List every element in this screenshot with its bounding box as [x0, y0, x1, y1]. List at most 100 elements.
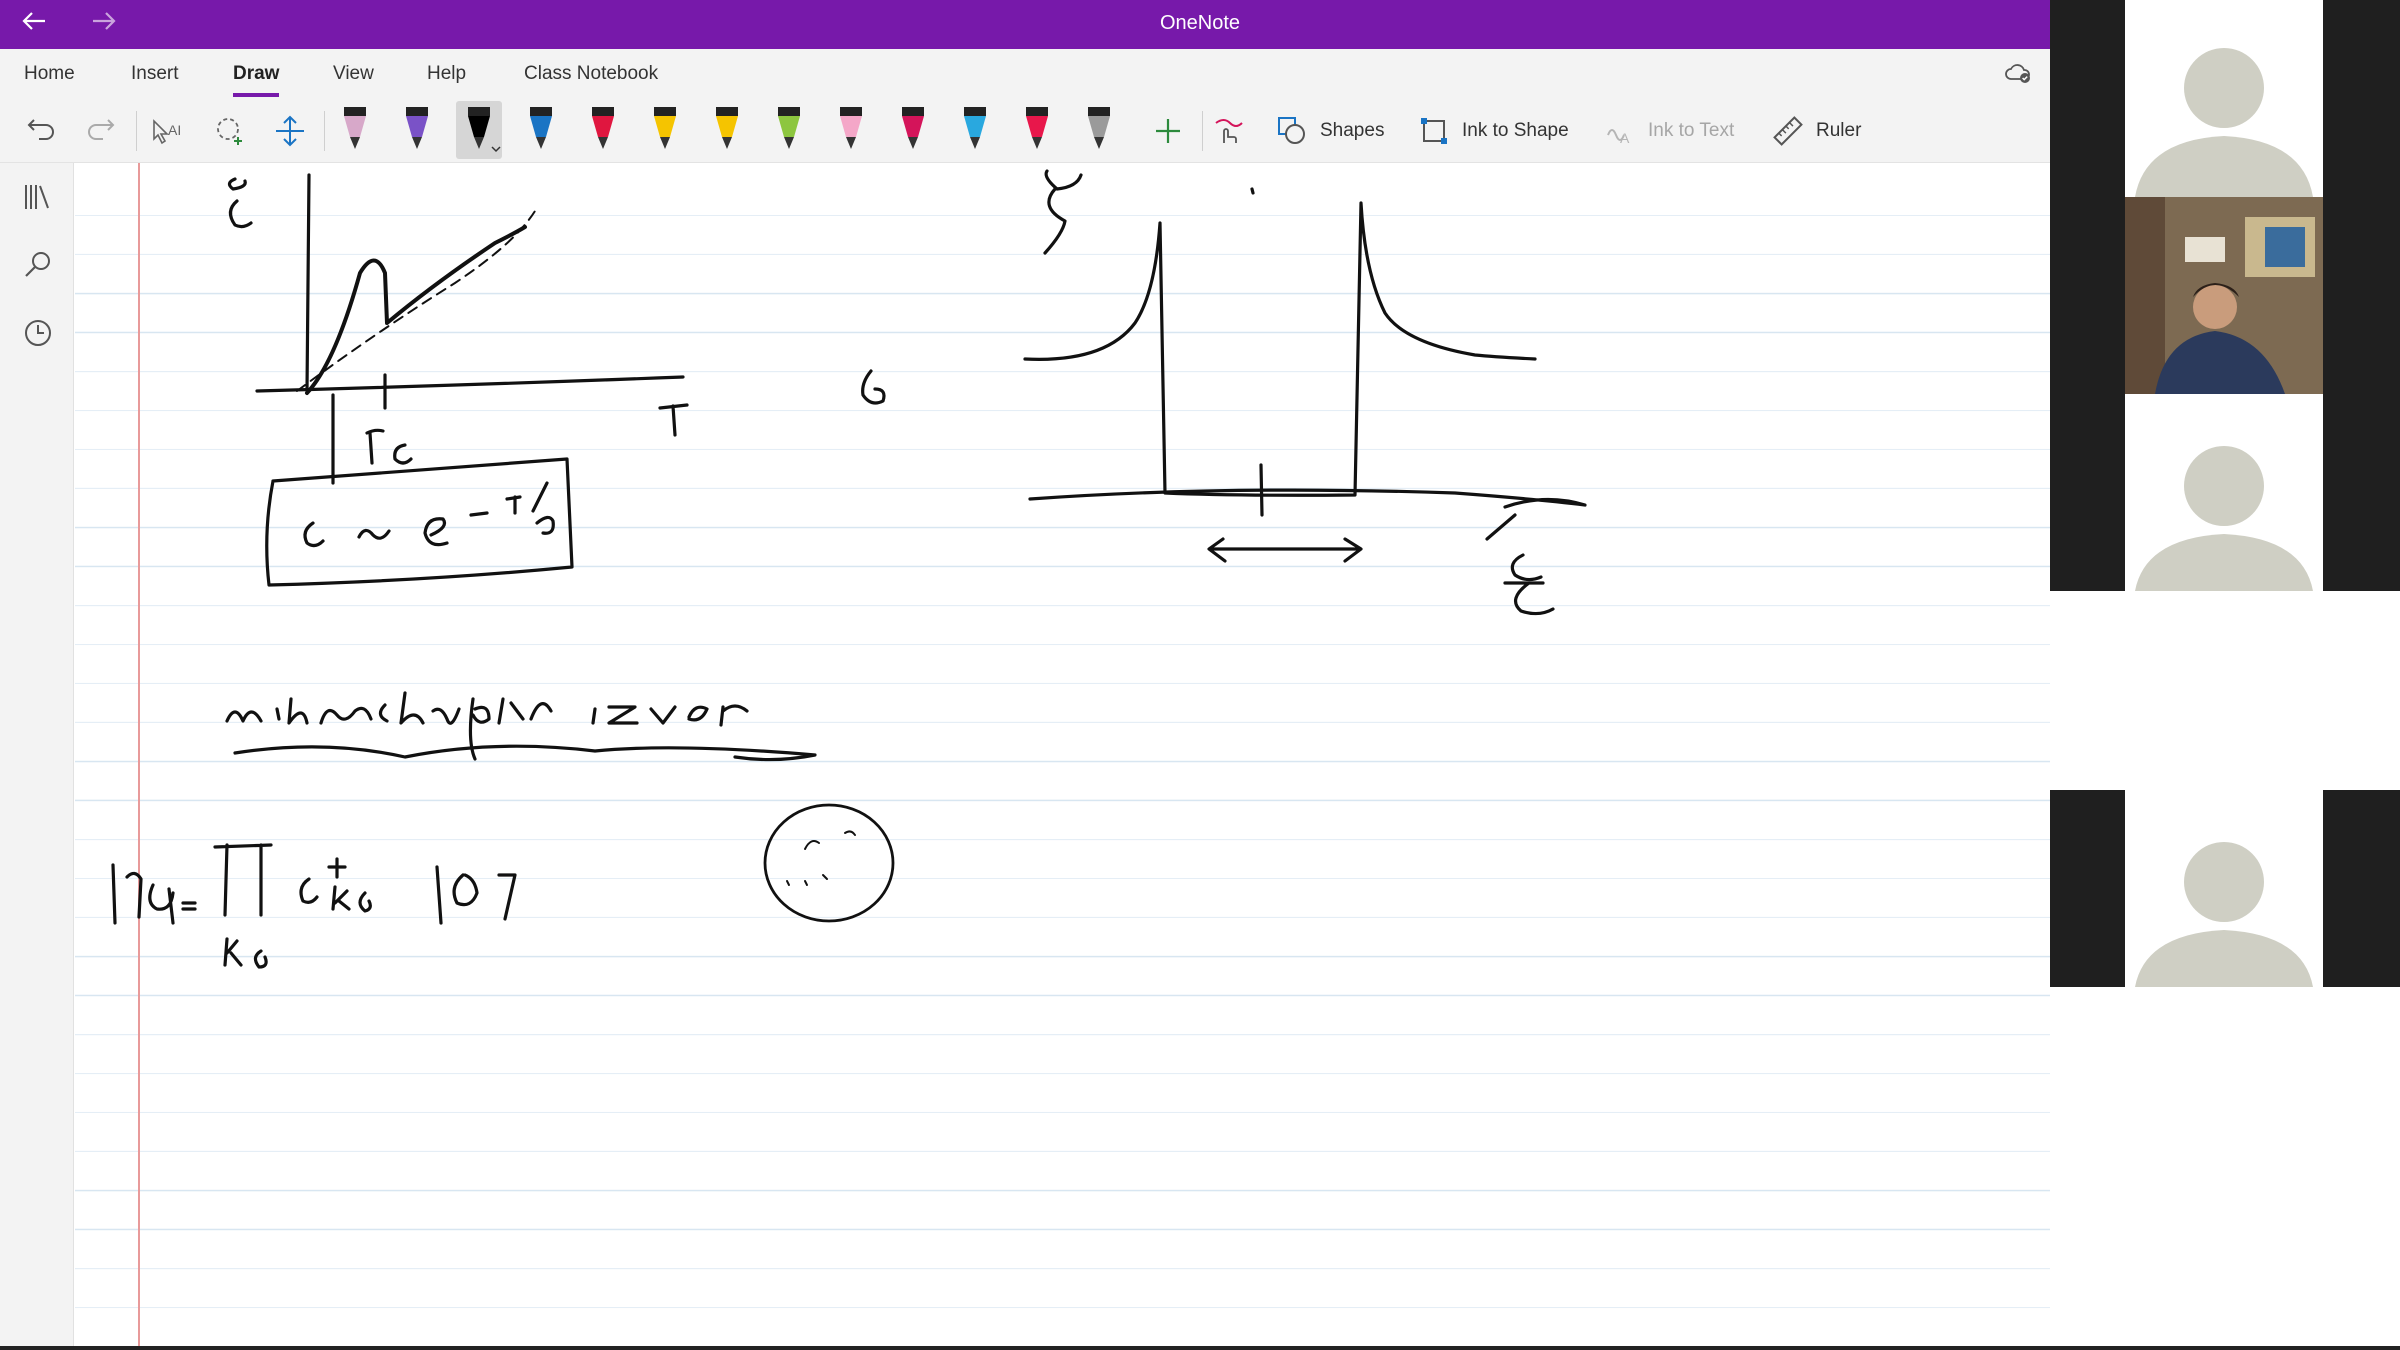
shapes-icon: [1278, 117, 1305, 144]
ink-center-tick: [1259, 463, 1264, 517]
svg-text:AI: AI: [168, 122, 181, 138]
ink-specific-heat-curve: [305, 225, 527, 395]
ink-izvor: [591, 704, 749, 727]
ink-exponent: [469, 481, 555, 535]
pen-8[interactable]: [766, 101, 812, 159]
pen-icon: [592, 107, 614, 149]
ink-fermi-sphere: [763, 803, 895, 923]
svg-text:A: A: [1620, 130, 1630, 146]
notebooks-icon[interactable]: [20, 179, 56, 215]
ruler-label: Ruler: [1816, 120, 1862, 141]
pen-6[interactable]: [642, 101, 688, 159]
ink-y-axis: [305, 173, 311, 393]
shapes-button[interactable]: Shapes: [1276, 113, 1384, 149]
separator: [136, 111, 137, 151]
ink-c: [303, 521, 325, 548]
shapes-label: Shapes: [1320, 120, 1385, 141]
ink-density-of-states-curve: [1023, 201, 1537, 497]
person-placeholder-icon: [2135, 48, 2313, 197]
arrow-right-icon: [93, 12, 116, 30]
pen-5[interactable]: [580, 101, 626, 159]
ink-t-label: [658, 403, 689, 437]
ink-dot: [1250, 187, 1255, 195]
sync-status-icon[interactable]: [2004, 61, 2032, 85]
pen-11[interactable]: [952, 101, 998, 159]
participant-tile-2[interactable]: [2050, 197, 2400, 394]
ink-sphere-dots: [786, 830, 856, 886]
draw-with-touch-icon[interactable]: [1210, 113, 1246, 149]
separator: [324, 111, 325, 151]
recent-clock-icon[interactable]: [20, 315, 56, 351]
ink-to-text-label: Ink to Text: [1648, 120, 1735, 141]
search-icon[interactable]: [20, 247, 56, 283]
ink-to-shape-icon: [1421, 118, 1447, 144]
participant-tile-3[interactable]: [2050, 394, 2400, 591]
add-pen-icon[interactable]: [1150, 113, 1186, 149]
ink-to-shape-button[interactable]: Ink to Shape: [1418, 113, 1569, 149]
type-select-icon[interactable]: AI: [148, 113, 184, 149]
pen-icon: [530, 107, 552, 149]
person-placeholder-icon: [2135, 842, 2313, 987]
video-call-panel: [2050, 0, 2400, 1350]
ink-to-shape-label: Ink to Shape: [1462, 120, 1569, 141]
ink-gap-arrow: [1207, 537, 1363, 563]
pen-7[interactable]: [704, 101, 750, 159]
undo-icon[interactable]: [22, 113, 58, 149]
ink-product-symbol: [213, 843, 273, 917]
ink-psi-ket: [111, 863, 197, 925]
separator: [1202, 111, 1203, 151]
pen-icon: [716, 107, 738, 149]
pen-icon: [1088, 107, 1110, 149]
pen-icon: [840, 107, 862, 149]
ruler-button[interactable]: Ruler: [1772, 113, 1861, 149]
tab-view[interactable]: View: [333, 63, 374, 85]
pen-icon: [654, 107, 676, 149]
participant-tile-4[interactable]: [2050, 790, 2400, 987]
add-space-icon[interactable]: [272, 113, 308, 149]
back-button[interactable]: [14, 6, 54, 42]
ink-underline: [233, 744, 817, 762]
tab-insert[interactable]: Insert: [131, 63, 179, 85]
ink-x-axis: [255, 375, 685, 393]
ink-g-label: [861, 369, 886, 405]
participant-1-frame: [2125, 0, 2323, 197]
tab-draw[interactable]: Draw: [233, 63, 280, 97]
tab-class-notebook[interactable]: Class Notebook: [524, 63, 658, 85]
title-bar: OneNote: [0, 0, 2050, 49]
ribbon-tabs: Home Insert Draw View Help Class Noteboo…: [0, 49, 2050, 99]
draw-toolbar: AI Shapes Ink to Shape A Ink to Text Rul…: [0, 99, 2050, 163]
note-canvas[interactable]: [75, 163, 2050, 1350]
ink-to-text-button[interactable]: A Ink to Text: [1604, 113, 1734, 149]
ink-rho-label: [1043, 169, 1083, 255]
pen-10[interactable]: [890, 101, 936, 159]
onenote-window: OneNote Home Insert Draw View Help Class…: [0, 0, 2400, 1350]
app-title: OneNote: [1159, 12, 1241, 34]
participant-tile-1[interactable]: [2050, 0, 2400, 197]
pen-3[interactable]: [456, 101, 502, 159]
ink-vacuum-ket: [435, 865, 517, 925]
pen-13[interactable]: [1076, 101, 1122, 159]
person-placeholder-icon: [2135, 446, 2313, 591]
tab-help[interactable]: Help: [427, 63, 466, 85]
participant-2-video: [2125, 197, 2323, 394]
ink-tc-label: [365, 428, 413, 465]
redo-icon[interactable]: [84, 113, 120, 149]
left-navigation: [0, 163, 74, 1350]
ink-to-text-icon: A: [1607, 129, 1630, 146]
tab-home[interactable]: Home: [24, 63, 75, 85]
pen-9[interactable]: [828, 101, 874, 159]
ruler-icon: [1773, 116, 1803, 146]
pen-icon: [406, 107, 428, 149]
ink-k-sigma: [223, 937, 268, 969]
window-bottom-edge: [0, 1346, 2400, 1350]
forward-button[interactable]: [84, 6, 124, 42]
pen-4[interactable]: [518, 101, 564, 159]
lasso-select-icon[interactable]: [212, 113, 248, 149]
ink-epsilon-label: [1503, 553, 1555, 616]
pen-icon: [1026, 107, 1048, 149]
pen-1[interactable]: [332, 101, 378, 159]
pen-icon: [902, 107, 924, 149]
pen-icon: [468, 107, 501, 153]
pen-2[interactable]: [394, 101, 440, 159]
pen-12[interactable]: [1014, 101, 1060, 159]
